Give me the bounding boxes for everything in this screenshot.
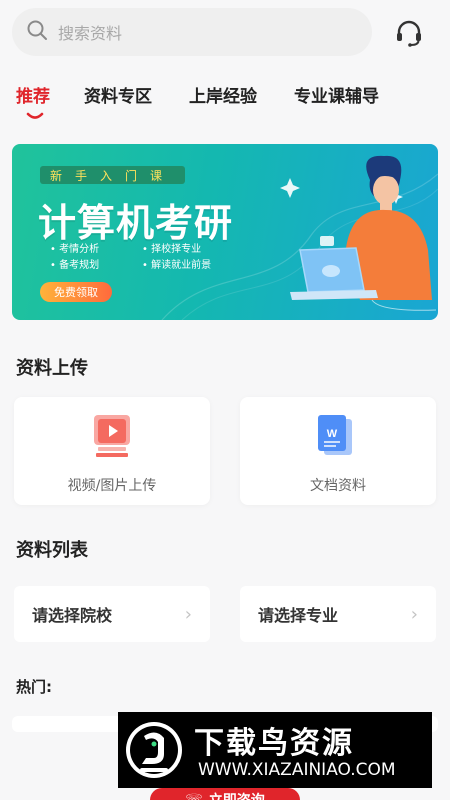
watermark-url: WWW.XIAZAINIAO.COM: [198, 760, 396, 780]
tab-materials[interactable]: 资料专区: [84, 82, 152, 107]
consult-button-label: 立即咨询: [209, 790, 265, 800]
banner-bullet: 解读就业前景: [142, 256, 211, 271]
banner-bullet: 备考规划: [50, 256, 99, 271]
video-upload-icon: [94, 415, 130, 457]
promo-banner[interactable]: 新手入门课 计算机考研 考情分析 择校择专业 备考规划 解读就业前景 免费领取: [12, 144, 438, 320]
video-image-upload-card[interactable]: 视频/图片上传: [14, 397, 210, 505]
tab-experience[interactable]: 上岸经验: [189, 82, 257, 107]
document-label: 文档资料: [310, 478, 366, 494]
tab-recommend[interactable]: 推荐: [16, 82, 50, 107]
banner-bullet: 考情分析: [50, 240, 99, 255]
banner-bullet: 择校择专业: [142, 240, 201, 255]
search-icon: [26, 19, 48, 45]
upload-section-title: 资料上传: [16, 358, 88, 379]
hot-label: 热门:: [16, 678, 52, 696]
bird-logo-icon: [126, 722, 182, 778]
select-major-dropdown[interactable]: 请选择专业 ›: [240, 586, 436, 642]
watermark-title: 下载鸟资源: [194, 726, 354, 761]
video-upload-label: 视频/图片上传: [67, 478, 157, 494]
consult-button[interactable]: ☏ 立即咨询: [150, 788, 300, 800]
select-major-label: 请选择专业: [258, 606, 339, 625]
svg-text:W: W: [327, 428, 338, 440]
chevron-right-icon: ›: [184, 603, 192, 625]
tab-bar: 推荐 资料专区 上岸经验 专业课辅导: [0, 82, 450, 122]
banner-top-label: 新手入门课: [40, 166, 186, 184]
document-materials-card[interactable]: W 文档资料: [240, 397, 436, 505]
search-bar[interactable]: 搜索资料: [12, 8, 372, 56]
list-section-title: 资料列表: [16, 540, 88, 561]
active-tab-indicator: [26, 112, 44, 119]
select-school-label: 请选择院校: [32, 606, 113, 625]
watermark-overlay: 下载鸟资源 WWW.XIAZAINIAO.COM: [118, 712, 432, 788]
search-input[interactable]: 搜索资料: [58, 20, 122, 44]
tab-tutoring[interactable]: 专业课辅导: [294, 82, 379, 107]
banner-title: 计算机考研: [38, 201, 234, 245]
chevron-right-icon: ›: [410, 603, 418, 625]
headset-icon: ☏: [185, 792, 203, 800]
headset-icon[interactable]: [392, 16, 426, 50]
word-document-icon: W: [318, 415, 352, 455]
free-claim-button[interactable]: 免费领取: [40, 282, 112, 302]
student-laptop-illustration: [280, 155, 436, 311]
select-school-dropdown[interactable]: 请选择院校 ›: [14, 586, 210, 642]
